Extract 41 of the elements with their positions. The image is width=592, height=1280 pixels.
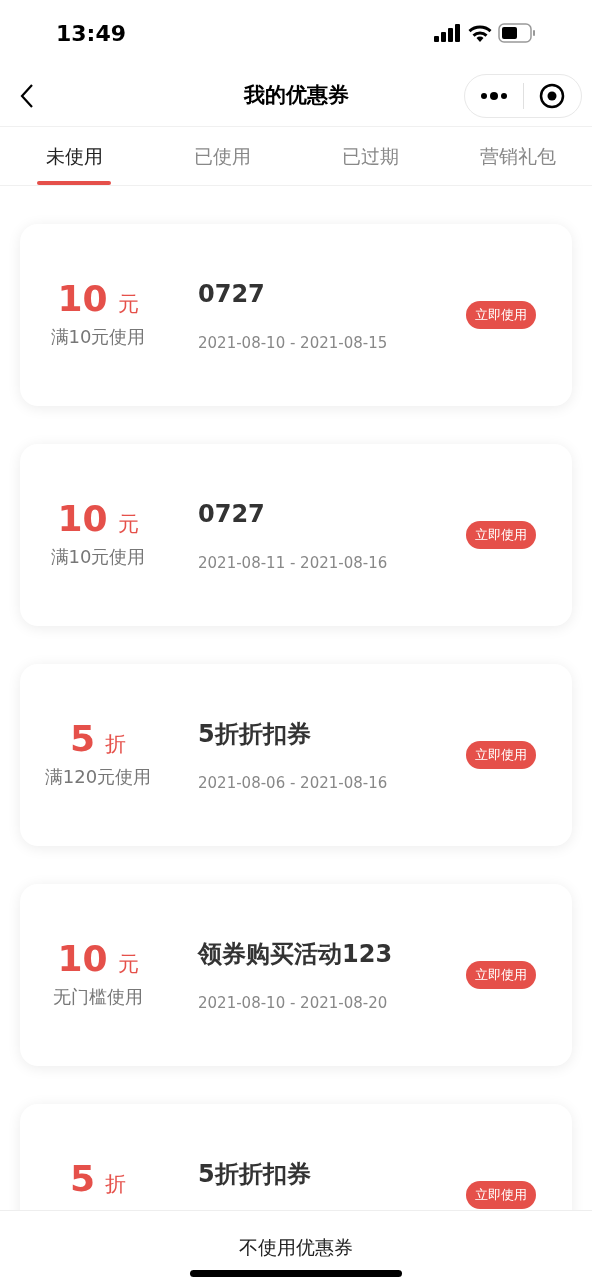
use-now-button[interactable]: 立即使用 <box>466 301 536 329</box>
coupon-title: 领券购买活动123 <box>198 938 394 970</box>
use-now-button[interactable]: 立即使用 <box>466 1181 536 1209</box>
coupon-condition: 满120元使用 <box>44 764 152 789</box>
coupon-dates: 2021-08-10 - 2021-08-15 <box>198 332 389 354</box>
coupon-condition: 满10元使用 <box>50 544 146 569</box>
coupon-dates: 2021-08-10 - 2021-08-20 <box>198 992 389 1014</box>
wifi-icon <box>468 24 492 42</box>
coupon-value: 5 <box>69 1160 96 1197</box>
coupon-title: 0727 <box>198 278 266 310</box>
coupon-condition: 无门槛使用 <box>53 984 143 1009</box>
coupon-unit: 折 <box>105 1173 127 1195</box>
tab[interactable]: 已过期 <box>296 127 444 185</box>
coupon-value: 10 <box>57 940 108 977</box>
coupon-unit: 元 <box>117 293 139 315</box>
use-now-button[interactable]: 立即使用 <box>466 521 536 549</box>
battery-icon <box>498 23 536 43</box>
tab[interactable]: 已使用 <box>148 127 296 185</box>
no-coupon-button[interactable]: 不使用优惠券 <box>239 1233 353 1262</box>
coupon-unit: 折 <box>105 733 127 755</box>
coupon-dates: 2021-08-06 - 2021-08-16 <box>198 772 389 794</box>
signal-icon <box>434 24 462 42</box>
coupon-unit: 元 <box>117 953 139 975</box>
tab[interactable]: 营销礼包 <box>444 127 592 185</box>
back-icon <box>20 83 34 109</box>
coupon-title: 0727 <box>198 498 266 530</box>
coupon-title: 5折折扣券 <box>198 1159 312 1190</box>
page-title: 我的优惠券 <box>243 82 349 110</box>
coupon-value: 5 <box>69 720 96 757</box>
coupon-value: 10 <box>57 500 108 537</box>
tab[interactable]: 未使用 <box>0 127 148 185</box>
coupon-dates: 2021-08-11 - 2021-08-16 <box>198 552 389 574</box>
coupon-condition: 满10元使用 <box>50 324 146 349</box>
coupon-unit: 元 <box>117 513 139 535</box>
use-now-button[interactable]: 立即使用 <box>466 741 536 769</box>
coupon-value: 10 <box>57 280 108 317</box>
coupon-title: 5折折扣券 <box>198 718 312 750</box>
status-time: 13:49 <box>56 19 127 48</box>
target-icon <box>539 83 566 109</box>
more-icon <box>479 92 508 100</box>
use-now-button[interactable]: 立即使用 <box>466 961 536 989</box>
